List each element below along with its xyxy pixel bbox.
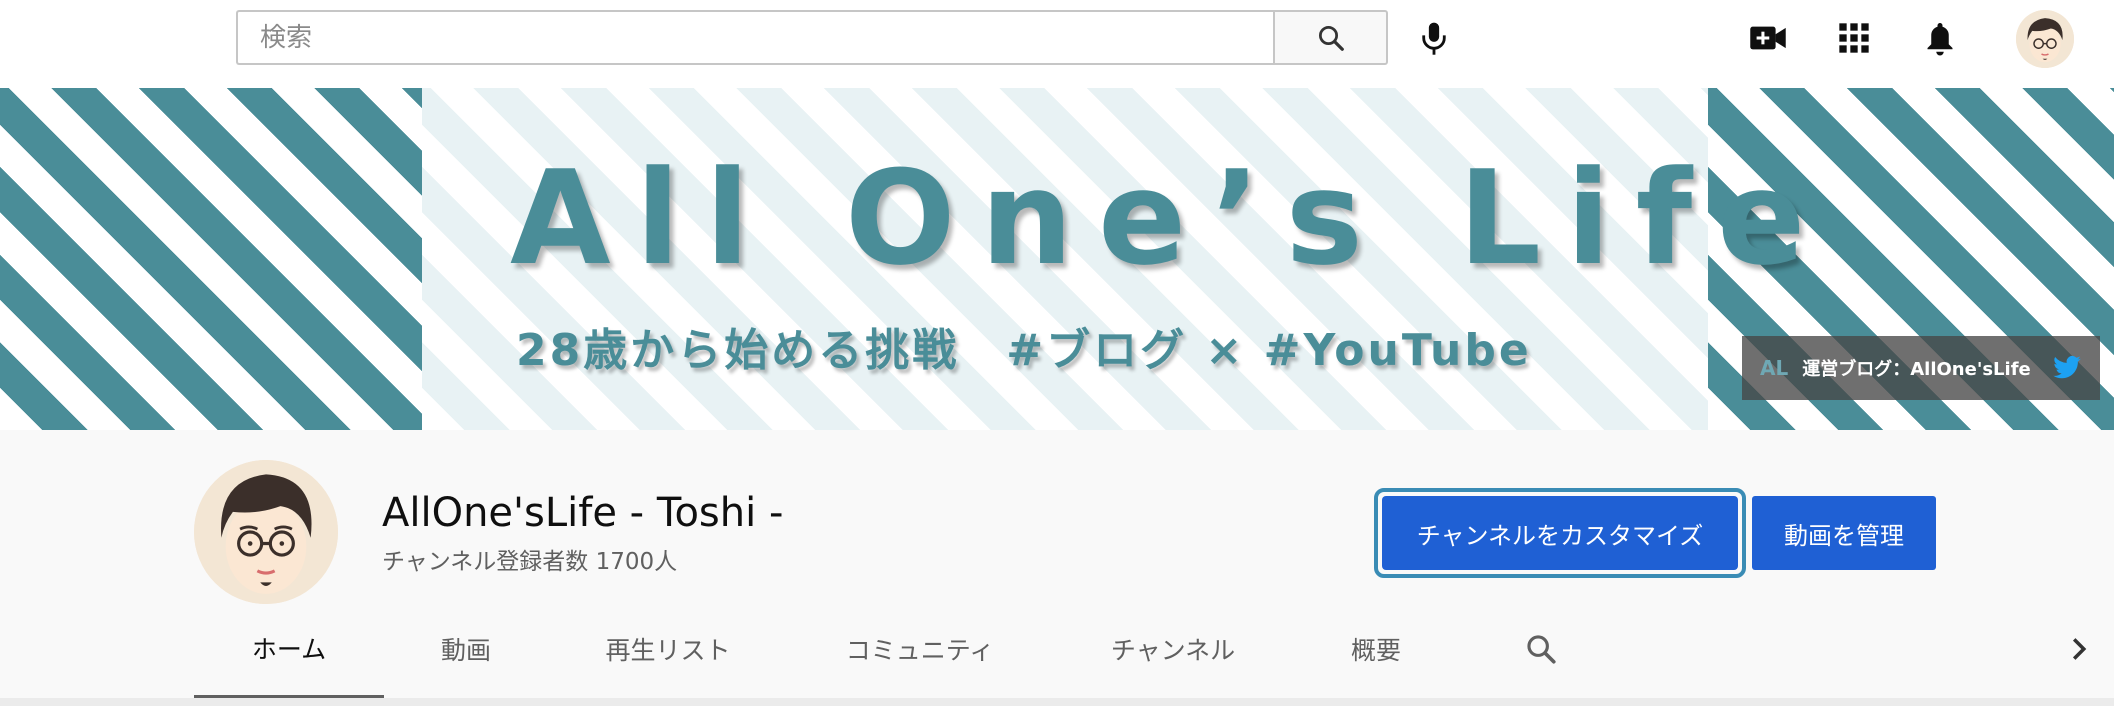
bell-icon bbox=[1927, 23, 1953, 56]
tab-videos[interactable]: 動画 bbox=[384, 600, 548, 698]
create-video-button[interactable] bbox=[1740, 10, 1796, 66]
account-avatar[interactable] bbox=[2016, 10, 2074, 68]
mic-icon bbox=[1422, 22, 1446, 55]
search-input[interactable] bbox=[260, 12, 1274, 63]
tab-playlists[interactable]: 再生リスト bbox=[548, 600, 788, 698]
apps-button[interactable] bbox=[1826, 10, 1882, 66]
search-button[interactable] bbox=[1273, 10, 1388, 65]
banner-stripes-left bbox=[0, 88, 422, 430]
subscriber-count: チャンネル登録者数 1700人 bbox=[382, 549, 678, 575]
customize-channel-button[interactable]: チャンネルをカスタマイズ bbox=[1374, 488, 1746, 578]
manage-videos-button[interactable]: 動画を管理 bbox=[1752, 496, 1936, 570]
notifications-button[interactable] bbox=[1912, 10, 1968, 66]
tabs-scroll-right-button[interactable] bbox=[2064, 624, 2094, 674]
search-box[interactable] bbox=[236, 10, 1274, 65]
tab-home[interactable]: ホーム bbox=[194, 600, 384, 698]
channel-name: AllOne'sLife - Toshi - bbox=[382, 490, 784, 536]
content-divider bbox=[0, 698, 2114, 706]
apps-grid-icon bbox=[1839, 23, 1869, 53]
voice-search-button[interactable] bbox=[1406, 10, 1462, 66]
tab-community[interactable]: コミュニティ bbox=[788, 600, 1052, 698]
banner-title: All One’s Life bbox=[510, 142, 1831, 294]
avatar-illustration-icon bbox=[194, 460, 338, 604]
channel-tabs: ホーム 動画 再生リスト コミュニティ チャンネル 概要 bbox=[0, 600, 2114, 698]
blog-link[interactable]: AL 運営ブログ：AllOne'sLife bbox=[1742, 336, 2100, 400]
blog-logo: AL bbox=[1760, 356, 1789, 380]
tab-about[interactable]: 概要 bbox=[1294, 600, 1458, 698]
customize-channel-label: チャンネルをカスタマイズ bbox=[1382, 496, 1738, 570]
channel-banner: All One’s Life 28歳から始める挑戦 #ブログ × #YouTub… bbox=[0, 88, 2114, 430]
twitter-icon[interactable] bbox=[2052, 355, 2082, 381]
blog-link-label: 運営ブログ：AllOne'sLife bbox=[1802, 359, 2031, 380]
search-icon bbox=[1318, 25, 1344, 51]
video-camera-plus-icon bbox=[1750, 26, 1786, 50]
search-icon bbox=[1527, 635, 1556, 664]
banner-subtitle: 28歳から始める挑戦 #ブログ × #YouTube bbox=[516, 325, 1532, 376]
avatar-illustration-icon bbox=[2016, 10, 2074, 68]
channel-search-button[interactable] bbox=[1516, 624, 1566, 674]
channel-avatar[interactable] bbox=[194, 460, 338, 604]
top-bar bbox=[0, 0, 2114, 88]
tab-channels[interactable]: チャンネル bbox=[1052, 600, 1294, 698]
chevron-right-icon bbox=[2072, 638, 2087, 660]
